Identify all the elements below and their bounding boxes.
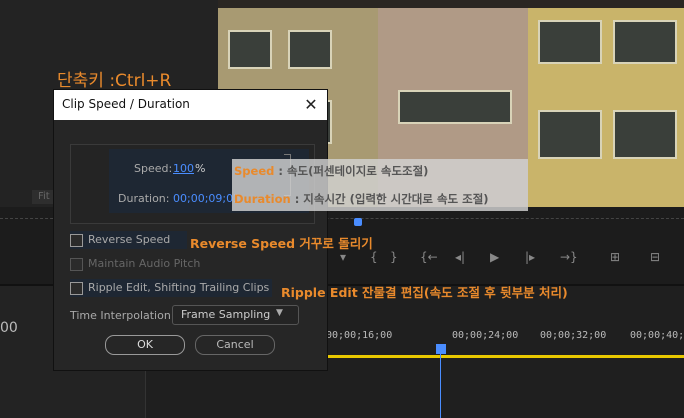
- go-to-in-icon[interactable]: {←: [420, 250, 438, 264]
- duration-annotation-key: Duration: [234, 192, 291, 206]
- time-interpolation-label: Time Interpolation:: [70, 309, 175, 322]
- reverse-annotation-desc: 거꾸로 돌리기: [295, 236, 373, 251]
- shortcut-annotation: 단축키 :Ctrl+R: [57, 71, 172, 91]
- step-back-icon[interactable]: ◂|: [455, 250, 465, 264]
- duration-input[interactable]: 00;00;09;01: [173, 192, 240, 205]
- monitor-transport-toolbar: ▾ { } {← ◂| ▶ |▸ →} ⊞ ⊟: [320, 250, 684, 274]
- timeline-timecode-label: 00;00;32;00: [540, 330, 607, 341]
- go-to-out-icon[interactable]: →}: [560, 250, 578, 264]
- timeline-timecode: 00: [0, 320, 18, 336]
- monitor-top-strip: [218, 0, 684, 8]
- ripple-annotation-key: Ripple Edit: [281, 285, 358, 300]
- ripple-edit-checkbox[interactable]: [70, 282, 83, 295]
- reverse-annotation: Reverse Speed 거꾸로 돌리기: [190, 233, 373, 252]
- timeline-timecode-label: 00;00;40;0: [630, 330, 684, 341]
- reverse-speed-checkbox[interactable]: [70, 234, 83, 247]
- close-icon[interactable]: ✕: [300, 94, 322, 116]
- timeline-playhead[interactable]: [436, 344, 446, 354]
- speed-annotation-key: Speed: [234, 164, 275, 178]
- duration-annotation: Duration : 지속시간 (입력한 시간대로 속도 조절): [234, 191, 489, 207]
- mark-out-icon[interactable]: }: [390, 250, 398, 264]
- reverse-annotation-key: Reverse Speed: [190, 236, 296, 251]
- play-icon[interactable]: ▶: [490, 250, 499, 264]
- timeline-timecode-label: 00;00;24;00: [452, 330, 519, 341]
- chevron-down-icon[interactable]: ▼: [276, 308, 283, 318]
- mark-in-icon[interactable]: {: [370, 250, 378, 264]
- cancel-button[interactable]: Cancel: [195, 335, 275, 355]
- reverse-speed-label: Reverse Speed: [88, 233, 171, 246]
- monitor-playhead-marker[interactable]: [354, 218, 362, 226]
- speed-annotation: Speed : 속도(퍼센테이지로 속도조절): [234, 163, 428, 179]
- timeline-playhead-line: [440, 346, 441, 418]
- speed-input[interactable]: 100: [173, 162, 194, 175]
- clip-speed-dialog: Clip Speed / Duration ✕ Speed: 100 % Dur…: [54, 90, 327, 370]
- speed-label: Speed:: [134, 162, 173, 175]
- ok-button[interactable]: OK: [105, 335, 185, 355]
- speed-annotation-desc: : 속도(퍼센테이지로 속도조절): [274, 164, 429, 178]
- duration-label: Duration:: [118, 192, 170, 205]
- duration-annotation-desc: : 지속시간 (입력한 시간대로 속도 조절): [290, 192, 489, 206]
- step-forward-icon[interactable]: |▸: [525, 250, 535, 264]
- speed-unit: %: [195, 162, 206, 175]
- ripple-annotation: Ripple Edit 잔물결 편집(속도 조절 후 뒷부분 처리): [281, 282, 568, 301]
- maintain-audio-pitch-checkbox[interactable]: [70, 258, 83, 271]
- marker-icon[interactable]: ▾: [340, 250, 346, 264]
- timeline-timecode-label: 00;00;16;00: [326, 330, 393, 341]
- work-area-bar[interactable]: [325, 355, 684, 358]
- maintain-audio-pitch-label: Maintain Audio Pitch: [88, 257, 201, 270]
- ripple-edit-label: Ripple Edit, Shifting Trailing Clips: [88, 281, 270, 294]
- ripple-annotation-desc: 잔물결 편집(속도 조절 후 뒷부분 처리): [357, 285, 568, 300]
- dialog-title: Clip Speed / Duration: [62, 97, 190, 111]
- insert-icon[interactable]: ⊞: [610, 250, 620, 264]
- overwrite-icon[interactable]: ⊟: [650, 250, 660, 264]
